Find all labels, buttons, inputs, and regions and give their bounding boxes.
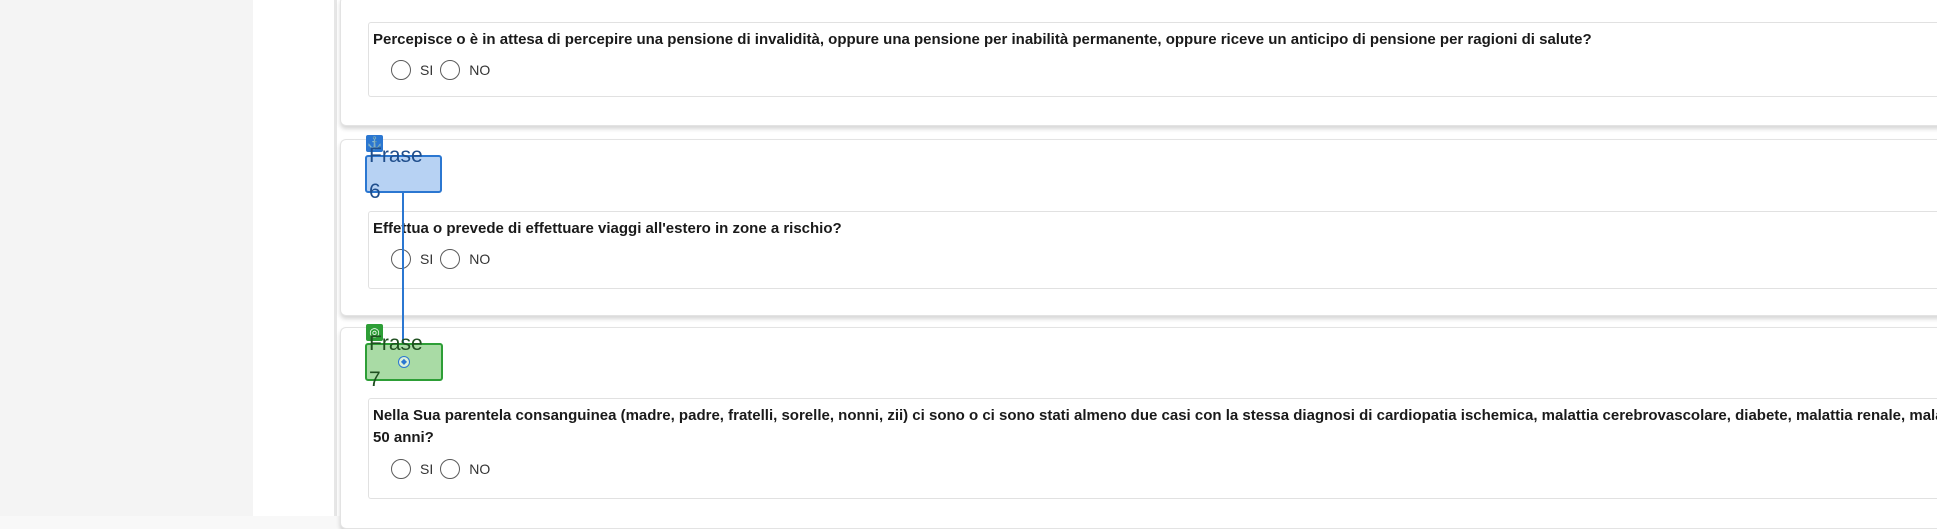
answer-options: SI NO xyxy=(391,249,497,269)
radio-no-label: NO xyxy=(469,251,491,267)
radio-no-label: NO xyxy=(469,461,491,477)
source-label-frase-6[interactable]: Frase 6 xyxy=(365,144,442,203)
section-card-6: Effettua o prevede di effettuare viaggi … xyxy=(340,139,1937,316)
question-text: Percepisce o è in attesa di percepire un… xyxy=(373,31,1592,48)
radio-si[interactable] xyxy=(391,249,411,269)
radio-si-label: SI xyxy=(420,461,434,477)
question-box: Nella Sua parentela consanguinea (madre,… xyxy=(368,398,1937,499)
section-card-7: Nella Sua parentela consanguinea (madre,… xyxy=(340,327,1937,529)
question-box: Effettua o prevede di effettuare viaggi … xyxy=(368,211,1937,289)
radio-no[interactable] xyxy=(440,249,461,269)
radio-no[interactable] xyxy=(440,459,461,479)
radio-no[interactable] xyxy=(440,60,461,80)
question-text: Nella Sua parentela consanguinea (madre,… xyxy=(373,405,1937,449)
section-card-5: Percepisce o è in attesa di percepire un… xyxy=(340,0,1937,126)
question-box: Percepisce o è in attesa di percepire un… xyxy=(368,22,1937,97)
question-text-line: Nella Sua parentela consanguinea (madre,… xyxy=(373,407,1937,424)
radio-si-label: SI xyxy=(420,251,434,267)
drag-handle-icon[interactable]: ◆ xyxy=(398,356,410,368)
left-gutter xyxy=(0,0,253,516)
question-text: Effettua o prevede di effettuare viaggi … xyxy=(373,220,842,237)
radio-si[interactable] xyxy=(391,60,411,80)
radio-si[interactable] xyxy=(391,459,411,479)
section-spine xyxy=(334,0,337,516)
connector-line xyxy=(402,193,404,343)
answer-options: SI NO xyxy=(391,459,497,479)
radio-si-label: SI xyxy=(420,62,434,78)
question-text-line: 50 anni? xyxy=(373,429,434,446)
radio-no-label: NO xyxy=(469,62,491,78)
answer-options: SI NO xyxy=(391,60,497,80)
